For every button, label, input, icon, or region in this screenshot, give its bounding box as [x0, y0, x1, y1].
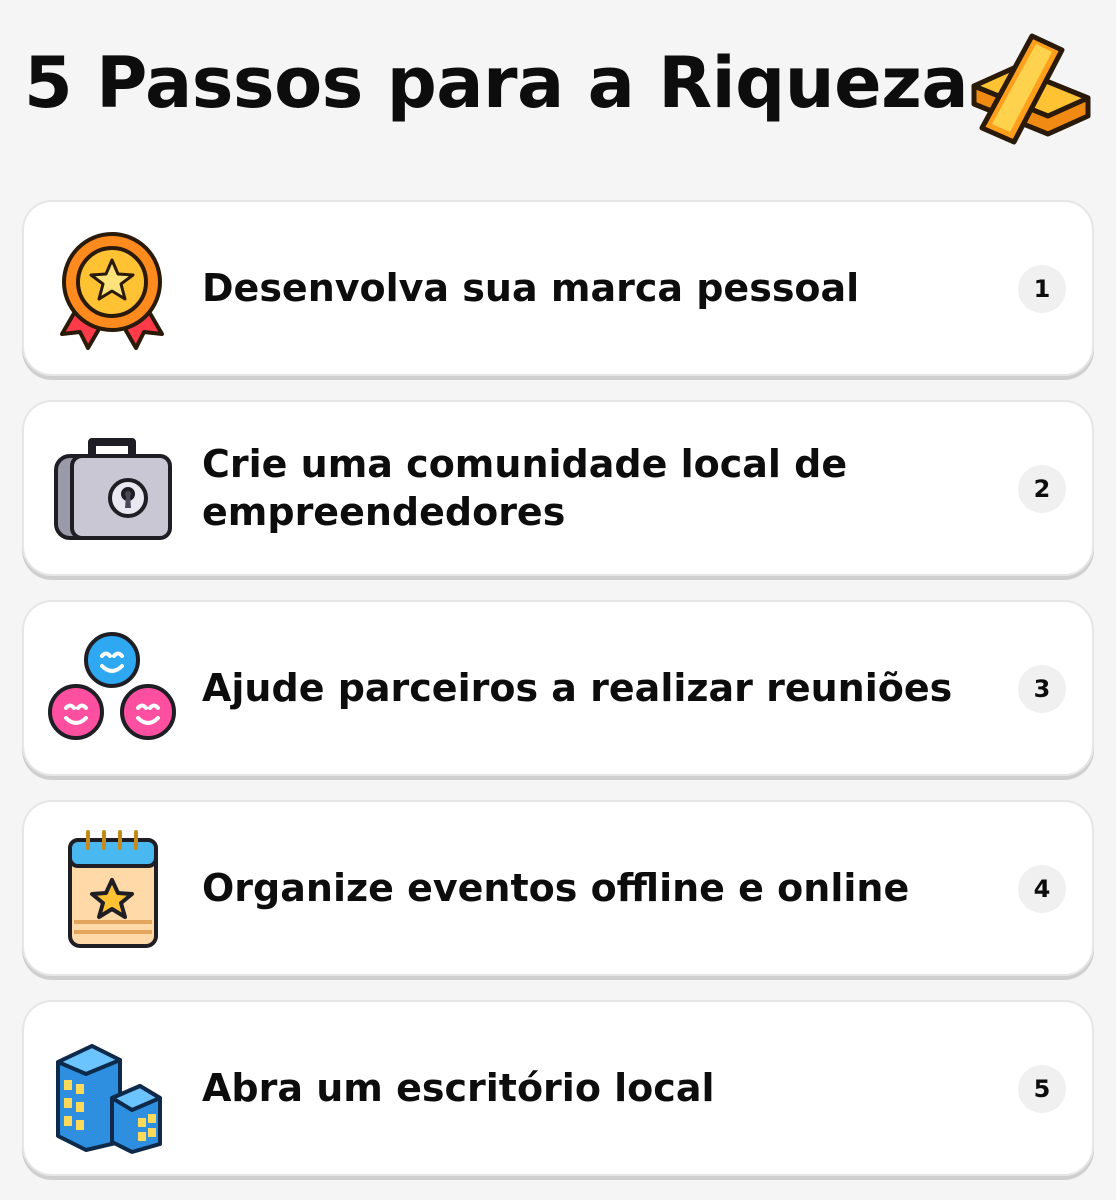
- medal-ribbon-icon: [60, 232, 164, 350]
- star-calendar-icon: [68, 830, 158, 948]
- step-number-badge: 2: [1018, 465, 1066, 513]
- step-number-badge: 3: [1018, 665, 1066, 713]
- step-number-badge: 4: [1018, 865, 1066, 913]
- step-text: Organize eventos offline e online: [202, 866, 910, 910]
- step-card-3[interactable]: Ajude parceiros a realizar reuniões 3: [22, 600, 1094, 776]
- smiling-people-icon: [48, 632, 176, 740]
- gold-bars-icon: [971, 33, 1091, 145]
- step-text: Crie uma comunidade local de empreendedo…: [202, 442, 848, 534]
- step-card-4[interactable]: Organize eventos offline e online 4: [22, 800, 1094, 976]
- step-text: Ajude parceiros a realizar reuniões: [202, 666, 953, 710]
- step-card-5[interactable]: Abra um escritório local 5: [22, 1000, 1094, 1176]
- step-text: Abra um escritório local: [202, 1066, 715, 1110]
- page-title: 5 Passos para a Riqueza: [24, 42, 969, 124]
- step-card-2[interactable]: Crie uma comunidade local de empreendedo…: [22, 400, 1094, 576]
- step-card-1[interactable]: Desenvolva sua marca pessoal 1: [22, 200, 1094, 376]
- step-text: Desenvolva sua marca pessoal: [202, 266, 860, 310]
- office-buildings-icon: [56, 1044, 162, 1154]
- step-number-badge: 5: [1018, 1065, 1066, 1113]
- step-number-badge: 1: [1018, 265, 1066, 313]
- locked-briefcase-icon: [54, 438, 172, 540]
